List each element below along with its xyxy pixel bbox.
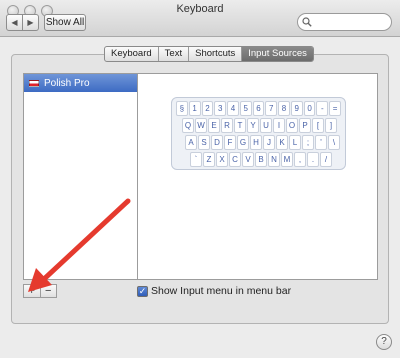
keyboard-key: A [185,135,197,150]
show-input-menu-checkbox[interactable]: ✓ [137,285,148,297]
add-remove-buttons: + − [23,284,57,298]
show-all-button[interactable]: Show All [44,14,86,31]
keyboard-key: W [195,118,207,133]
keyboard-key: Y [247,118,259,133]
show-input-menu-label: Show Input menu in menu bar [151,285,292,297]
tab-text[interactable]: Text [159,47,190,61]
keyboard-row: ` Z X C V B N M,. / [176,152,341,168]
keyboard-key: E [208,118,220,133]
keyboard-key: § [176,101,188,116]
search-icon [302,17,312,27]
keyboard-key: Q [182,118,194,133]
input-sources-list[interactable]: Polish Pro [23,73,138,280]
tab-keyboard[interactable]: Keyboard [105,47,159,61]
keyboard-key: D [211,135,223,150]
keyboard-key: = [329,101,341,116]
keyboard-key: I [273,118,285,133]
keyboard-key: - [316,101,329,116]
keyboard-key: ' [315,135,327,150]
keyboard-key: V [242,152,254,167]
keyboard-key: 2 [201,101,214,116]
back-button[interactable]: ◀ [7,15,22,30]
keyboard-key: 3 [214,101,227,116]
keyboard-key: N [268,152,280,167]
keyboard-key: G [237,135,249,150]
keyboard-key: 1 [188,101,201,116]
keyboard-key: B [255,152,267,167]
tab-bar: Keyboard Text Shortcuts Input Sources [104,46,314,62]
back-forward-group: ◀ ▶ [6,14,39,31]
keyboard-layout-preview: § 1 2 3 4 5 6 7 8 9 0- = Q W E R T Y U I O P[] A S D F G H J K L; ' \ ` Z X… [171,97,346,170]
list-item-polish-pro[interactable]: Polish Pro [24,74,137,92]
keyboard-key: \ [328,135,340,150]
keyboard-key: ] [325,118,337,133]
keyboard-key: ; [302,135,314,150]
keyboard-key: / [320,152,332,167]
show-input-menu-option[interactable]: ✓ Show Input menu in menu bar [137,285,291,297]
help-button[interactable]: ? [376,334,392,350]
title-bar: Keyboard ◀ ▶ Show All [0,0,400,37]
keyboard-key: O [286,118,298,133]
tab-shortcuts[interactable]: Shortcuts [189,47,243,61]
keyboard-key: S [198,135,210,150]
forward-button[interactable]: ▶ [22,15,38,30]
keyboard-row: Q W E R T Y U I O P[] [176,118,341,134]
polish-flag-icon [29,79,39,87]
keyboard-row: A S D F G H J K L; ' \ [176,135,341,151]
keyboard-key: ` [190,152,202,167]
keyboard-key: 9 [290,101,303,116]
keyboard-key: F [224,135,236,150]
tab-input-sources[interactable]: Input Sources [242,47,313,61]
search-field[interactable] [297,13,392,31]
keyboard-key: H [250,135,262,150]
keyboard-preferences-window: Keyboard ◀ ▶ Show All Keyboard Text Shor… [0,0,400,358]
list-item-label: Polish Pro [44,77,90,89]
keyboard-key: M [281,152,293,167]
keyboard-key: Z [203,152,215,167]
keyboard-key: U [260,118,272,133]
keyboard-key: X [216,152,228,167]
keyboard-key: C [229,152,241,167]
keyboard-key: T [234,118,246,133]
keyboard-key: R [221,118,233,133]
keyboard-key: P [299,118,311,133]
keyboard-key: 6 [252,101,265,116]
keyboard-key: K [276,135,288,150]
keyboard-key: 5 [239,101,252,116]
remove-input-source-button[interactable]: − [39,285,57,297]
keyboard-key: [ [312,118,324,133]
keyboard-key: 4 [227,101,239,116]
keyboard-key: L [289,135,301,150]
keyboard-key: 7 [265,101,278,116]
keyboard-key: , [294,152,306,167]
keyboard-key: 0 [303,101,316,116]
add-input-source-button[interactable]: + [24,285,40,297]
keyboard-key: . [307,152,319,167]
keyboard-row: § 1 2 3 4 5 6 7 8 9 0- = [176,101,341,117]
keyboard-key: J [263,135,275,150]
keyboard-key: 8 [278,101,290,116]
